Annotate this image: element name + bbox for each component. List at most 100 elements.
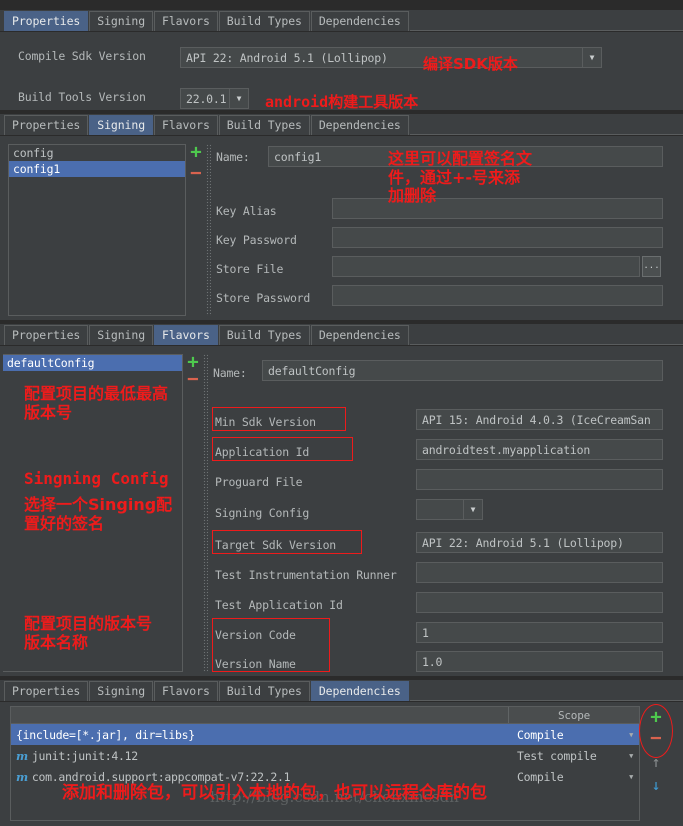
table-row[interactable]: m junit:junit:4.12 Test compile ▼ [11,745,639,766]
key-alias-field[interactable] [332,198,663,219]
dependency-scope-cell[interactable]: Test compile ▼ [509,749,639,763]
version-name-label: Version Name [215,657,296,671]
tab-build-types[interactable]: Build Types [218,11,310,31]
tab-dependencies[interactable]: Dependencies [310,11,409,31]
tab-flavors-label: Flavors [162,328,210,342]
signing-configs-list[interactable]: config config1 [8,144,186,316]
store-file-browse-button[interactable]: ... [642,256,661,277]
signing-config-chevron-down-icon[interactable]: ▼ [464,499,483,520]
signing-tabstrip: Properties Signing Flavors Build Types D… [0,114,683,136]
flavors-splitter[interactable] [203,354,208,672]
tab-build-types-label: Build Types [226,118,302,132]
tab-properties[interactable]: Properties [4,11,89,31]
store-file-field[interactable] [332,256,640,277]
scope-chevron-down-icon[interactable]: ▼ [629,773,633,781]
tab-dependencies[interactable]: Dependencies [310,325,409,345]
list-item[interactable]: config [9,145,185,161]
dependency-name-text: com.android.support:appcompat-v7:22.2.1 [31,769,291,784]
scope-chevron-down-icon[interactable]: ▼ [629,752,633,760]
min-sdk-version-field[interactable]: API 15: Android 4.0.3 (IceCreamSan [416,409,663,430]
dependency-scope-cell[interactable]: Compile ▼ [509,770,639,784]
dependencies-table-header: Scope [11,707,639,724]
build-tools-version-chevron-down-icon[interactable]: ▼ [230,88,249,109]
tab-flavors-label: Flavors [162,14,210,28]
tab-signing-label: Signing [97,684,146,698]
list-item[interactable]: config1 [9,161,185,177]
tab-signing[interactable]: Signing [89,325,154,345]
tab-flavors[interactable]: Flavors [154,115,218,135]
tab-dependencies-label: Dependencies [318,14,401,28]
table-row[interactable]: {include=[*.jar], dir=libs} Compile ▼ [11,724,639,745]
dependencies-tabstrip: Properties Signing Flavors Build Types D… [0,680,683,702]
move-down-button[interactable]: ↓ [647,778,665,793]
tabstrip-filler [409,11,683,31]
signing-panel: Properties Signing Flavors Build Types D… [0,114,683,320]
tab-dependencies[interactable]: Dependencies [310,115,409,135]
key-password-label: Key Password [216,233,297,247]
store-password-field[interactable] [332,285,663,306]
dependencies-table[interactable]: Scope {include=[*.jar], dir=libs} Compil… [10,706,640,821]
version-code-field[interactable]: 1 [416,622,663,643]
add-signing-config-button[interactable]: + [188,143,204,162]
signing-config-field[interactable] [416,499,464,520]
add-dependency-button[interactable]: + [647,708,665,727]
remove-flavor-button[interactable]: − [185,370,201,389]
key-alias-label: Key Alias [216,204,277,218]
tab-properties-label: Properties [12,684,81,698]
tab-dependencies-label: Dependencies [318,684,401,698]
signing-splitter[interactable] [206,144,211,316]
tab-signing-label: Signing [97,14,146,28]
remove-signing-config-button[interactable]: − [188,164,204,183]
flavor-name-field[interactable]: defaultConfig [262,360,663,381]
dependency-scope-text: Compile [517,727,564,742]
tab-flavors[interactable]: Flavors [154,11,218,31]
list-item[interactable]: defaultConfig [3,355,182,371]
store-password-label: Store Password [216,291,311,305]
table-row[interactable]: m com.android.support:appcompat-v7:22.2.… [11,766,639,787]
compile-sdk-version-chevron-down-icon[interactable]: ▼ [583,47,602,68]
proguard-file-field[interactable] [416,469,663,490]
build-tools-version-label: Build Tools Version [18,90,146,104]
tab-build-types[interactable]: Build Types [218,115,310,135]
tab-flavors[interactable]: Flavors [154,325,218,345]
target-sdk-version-field[interactable]: API 22: Android 5.1 (Lollipop) [416,532,663,553]
flavors-list[interactable]: defaultConfig [3,354,183,672]
tab-signing[interactable]: Signing [89,11,154,31]
compile-sdk-version-field[interactable]: API 22: Android 5.1 (Lollipop) [180,47,583,68]
test-instrumentation-runner-field[interactable] [416,562,663,583]
tab-properties[interactable]: Properties [4,115,89,135]
target-sdk-version-label: Target Sdk Version [215,538,337,552]
test-application-id-field[interactable] [416,592,663,613]
properties-tabstrip: Properties Signing Flavors Build Types D… [0,10,683,32]
tab-properties[interactable]: Properties [4,325,89,345]
store-file-label: Store File [216,262,284,276]
compile-sdk-version-row: Compile Sdk Version [18,49,178,63]
tab-signing[interactable]: Signing [89,681,154,701]
tab-build-types-label: Build Types [226,14,302,28]
tab-flavors[interactable]: Flavors [154,681,218,701]
tab-build-types[interactable]: Build Types [218,681,310,701]
signing-name-field[interactable]: config1 [268,146,663,167]
tab-flavors-label: Flavors [162,118,210,132]
tab-dependencies-label: Dependencies [318,328,401,342]
scope-chevron-down-icon[interactable]: ▼ [629,731,633,739]
tab-build-types[interactable]: Build Types [218,325,310,345]
build-tools-version-field[interactable]: 22.0.1 [180,88,230,109]
tab-dependencies[interactable]: Dependencies [310,681,409,701]
tab-properties[interactable]: Properties [4,681,89,701]
tab-properties-label: Properties [12,328,81,342]
dependency-name: {include=[*.jar], dir=libs} [11,728,509,742]
tab-signing[interactable]: Signing [89,115,154,135]
version-name-field[interactable]: 1.0 [416,651,663,672]
signing-name-label: Name: [216,150,250,164]
move-up-button[interactable]: ↑ [647,755,665,770]
dependency-scope-text: Test compile [517,748,597,763]
dependency-name: m junit:junit:4.12 [11,749,509,763]
build-tools-version-row: Build Tools Version [18,90,178,104]
flavor-name-label: Name: [213,366,247,380]
application-id-field[interactable]: androidtest.myapplication [416,439,663,460]
dependency-scope-cell[interactable]: Compile ▼ [509,728,639,742]
remove-dependency-button[interactable]: − [647,729,665,748]
key-password-field[interactable] [332,227,663,248]
properties-panel: Properties Signing Flavors Build Types D… [0,10,683,111]
